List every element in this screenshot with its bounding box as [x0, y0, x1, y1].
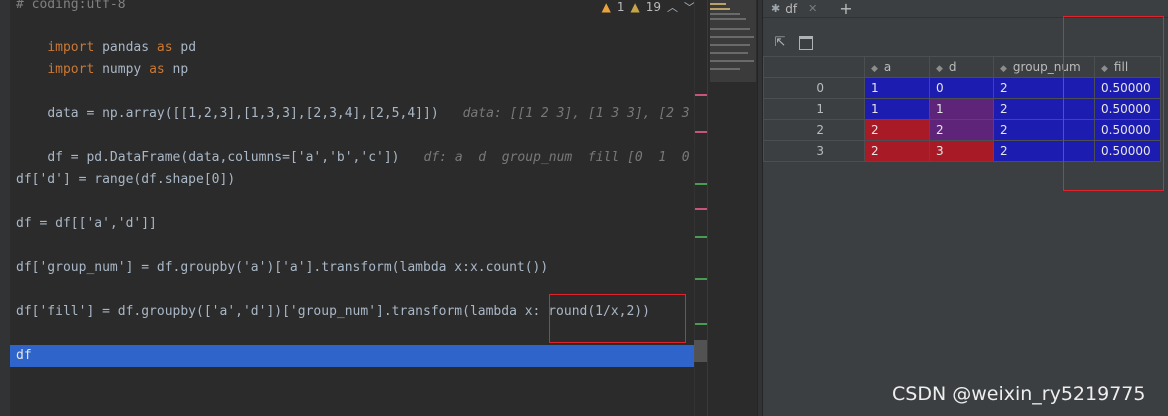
tab-df[interactable]: ✱ df ✕	[763, 0, 825, 18]
add-tab-button[interactable]: +	[839, 0, 852, 18]
cell-d[interactable]: 3	[929, 140, 994, 162]
cell-d[interactable]: 2	[929, 119, 994, 141]
cell-d[interactable]: 1	[929, 98, 994, 120]
new-window-icon[interactable]	[799, 36, 813, 50]
highlight-box-round	[549, 294, 686, 343]
code-line-3[interactable]: import numpy as np	[16, 37, 188, 77]
minimap-line	[710, 28, 750, 30]
code-line-7[interactable]: df = pd.DataFrame(data,columns=['a','b',…	[16, 125, 689, 165]
row-index: 3	[763, 140, 865, 162]
code-line-17[interactable]: df	[16, 345, 32, 367]
tab-label: df	[785, 1, 798, 16]
change-stripe-mark[interactable]	[695, 236, 707, 238]
code-text: df = pd.DataFrame(data,columns=['a','b',…	[47, 150, 400, 165]
debug-icon: ✱	[771, 2, 781, 15]
change-stripe-mark[interactable]	[695, 183, 707, 185]
module-alias: np	[164, 62, 189, 77]
highlight-box-fill-column	[1063, 16, 1164, 191]
row-index: 2	[763, 119, 865, 141]
weak-warning-count: 19	[645, 0, 661, 14]
code-editor[interactable]: # coding:utf-8 import pandas as pd impor…	[0, 0, 707, 416]
scrollbar-thumb[interactable]	[694, 340, 707, 362]
minimap-line	[710, 60, 754, 62]
code-line-11[interactable]: df = df[['a','d']]	[16, 213, 157, 235]
inline-value-hint: data: [[1 2 3], [1 3 3], [2 3 4],	[462, 106, 707, 121]
keyword-as: as	[149, 62, 165, 77]
code-line-13[interactable]: df['group_num'] = df.groupby('a')['a'].t…	[16, 257, 548, 279]
current-line-highlight	[10, 345, 707, 367]
inspection-widget[interactable]: ▲ 1 ▲ 19 ︿ ﹀	[602, 0, 695, 14]
minimap-line	[710, 18, 746, 20]
cell-a[interactable]: 1	[864, 98, 930, 120]
inline-value-hint: df: a d group_num fill [0 1 0	[423, 150, 690, 165]
cell-a[interactable]: 2	[864, 119, 930, 141]
error-stripe-mark[interactable]	[695, 208, 707, 210]
error-stripe-mark[interactable]	[695, 94, 707, 96]
sort-icon: ◆	[936, 64, 943, 74]
change-stripe-mark[interactable]	[695, 278, 707, 280]
code-text: data = np.array([[1,2,3],[1,3,3],[2,3,4]…	[47, 106, 439, 121]
code-line-1[interactable]: # coding:utf-8	[16, 0, 126, 16]
row-index: 0	[763, 77, 865, 99]
minimap-line	[710, 68, 740, 70]
watermark: CSDN @weixin_ry5219775	[892, 383, 1146, 405]
warning-icon: ▲	[601, 0, 611, 14]
editor-gutter[interactable]	[0, 0, 10, 416]
chevron-up-icon[interactable]: ︿	[667, 0, 678, 15]
cell-a[interactable]: 1	[864, 77, 930, 99]
minimap-line	[710, 13, 740, 15]
minimap-line	[710, 52, 748, 54]
dataframe-viewer: ✱ df ✕ + ⇱ ◆ a ◆ d ◆ group_num ◆ fill 0 1 0 …	[763, 0, 1168, 416]
code-line-2[interactable]: import pandas as pd	[16, 15, 196, 55]
error-stripe-mark[interactable]	[695, 131, 707, 133]
minimap-line	[710, 3, 726, 5]
sort-icon: ◆	[871, 64, 878, 74]
cell-d[interactable]: 0	[929, 77, 994, 99]
open-in-editor-icon[interactable]: ⇱	[773, 36, 787, 50]
row-index: 1	[763, 98, 865, 120]
code-line-5[interactable]: data = np.array([[1,2,3],[1,3,3],[2,3,4]…	[16, 81, 707, 121]
weak-warning-icon: ▲	[630, 0, 640, 14]
sort-icon: ◆	[1000, 64, 1007, 74]
index-header	[763, 56, 865, 78]
keyword-import: import	[47, 62, 95, 77]
close-icon[interactable]: ✕	[808, 2, 817, 15]
minimap-line	[710, 36, 754, 38]
column-header-d[interactable]: ◆ d	[929, 56, 994, 78]
cell-a[interactable]: 2	[864, 140, 930, 162]
warning-count: 1	[616, 0, 625, 14]
code-minimap[interactable]	[707, 0, 757, 416]
minimap-line	[710, 44, 750, 46]
column-header-a[interactable]: ◆ a	[864, 56, 930, 78]
viewer-toolbar: ⇱	[763, 30, 813, 56]
change-stripe-mark[interactable]	[695, 323, 707, 325]
module-name: numpy	[94, 62, 150, 77]
minimap-line	[710, 8, 730, 10]
code-line-9[interactable]: df['d'] = range(df.shape[0])	[16, 169, 235, 191]
